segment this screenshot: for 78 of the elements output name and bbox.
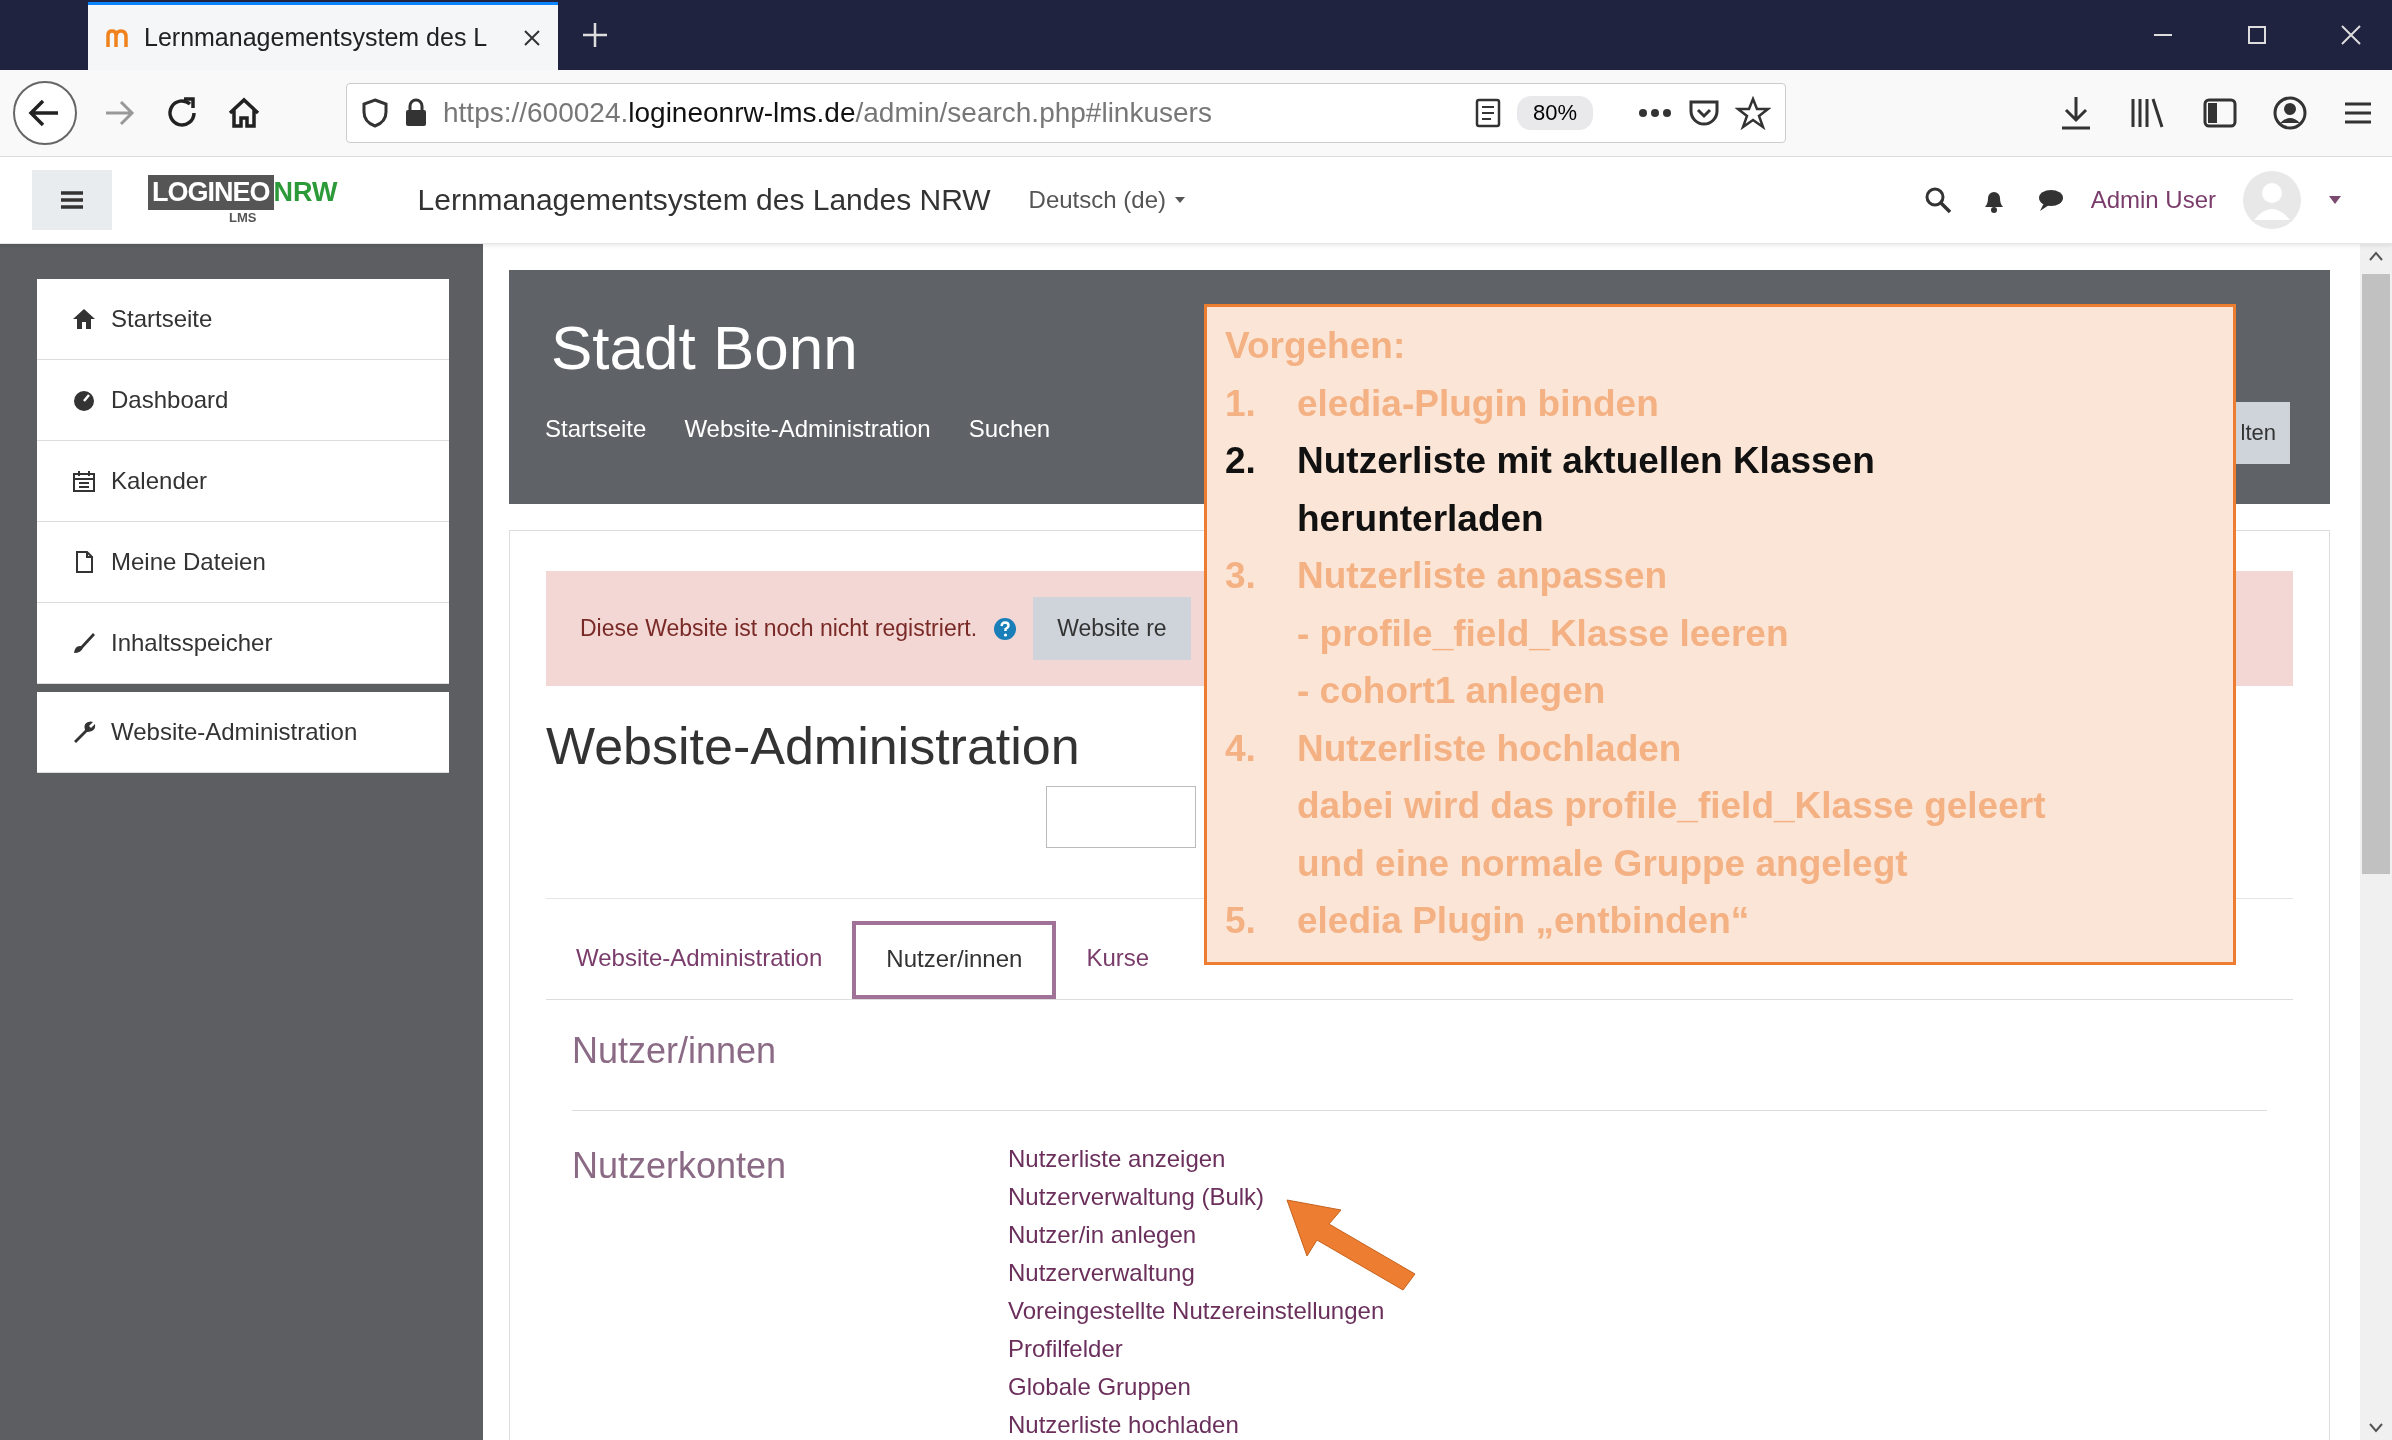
step-text: Nutzerliste hochladen [1297,726,1683,771]
shield-icon [361,97,389,129]
tab[interactable]: Nutzer/innen [852,921,1057,999]
admin-link[interactable]: Nutzerliste hochladen [1008,1411,1239,1439]
maximize-icon[interactable] [2246,24,2268,46]
admin-link[interactable]: Voreingestellte Nutzereinstellungen [1008,1297,1385,1325]
step-text: Nutzerliste anpassen [1297,554,1669,598]
nav-item[interactable]: Kalender [37,441,449,522]
site-name[interactable]: Lernmanagementsystem des Landes NRW [417,183,991,217]
callout-title: Vorgehen: [1225,324,1407,368]
caret-icon[interactable] [2368,250,2384,262]
alert-text: Diese Website ist noch nicht registriert. [580,615,978,642]
calendar-icon [71,469,97,493]
breadcrumb-link[interactable]: Website-Administration [684,415,931,443]
account-icon[interactable] [2272,95,2308,131]
step-text: - cohort1 anlegen [1297,669,1607,713]
lock-icon [403,97,429,129]
register-button[interactable]: Website re [1033,597,1191,660]
step-text: eledia Plugin „entbinden“ [1297,899,1750,943]
section-heading: Website-Administration [546,716,1080,776]
help-icon[interactable] [993,616,1018,641]
scrollbar[interactable] [2360,244,2392,1440]
breadcrumb-link[interactable]: Suchen [968,415,1051,443]
menu-button[interactable] [32,170,112,230]
step-number: 2. [1225,439,1257,483]
address-bar[interactable]: https://600024.logineonrw-lms.de/admin/search.php#linkusers 80% [346,83,1786,143]
logo-subtitle: LMS [229,210,257,225]
caret-icon[interactable] [2368,1422,2384,1434]
menu-icon [59,189,85,211]
caret-icon [1173,196,1186,204]
category-title: Nutzerkonten [572,1145,788,1188]
zoom-badge[interactable]: 80% [1516,96,1593,130]
step-number: 1. [1225,381,1257,426]
nav-item[interactable]: Dashboard [37,360,449,441]
tab[interactable]: Kurse [1056,922,1180,998]
browser-tab[interactable]: Lernmanagementsystem des L [88,2,558,70]
step-text: dabei wird das profile_field_Klasse geleert [1297,784,2046,828]
nav-item[interactable]: Website-Administration [37,692,449,773]
home-icon [71,307,97,331]
dashboard-icon [71,388,97,412]
subsection-title: Nutzer/innen [572,1030,2267,1111]
page-title: Stadt Bonn [551,312,859,383]
nav-item[interactable]: Inhaltsspeicher [37,603,449,684]
nav-item[interactable]: Meine Dateien [37,522,449,603]
edit-button[interactable]: lten [2234,402,2290,464]
admin-link[interactable]: Nutzerverwaltung (Bulk) [1008,1183,1265,1211]
step-text: - profile_field_Klasse leeren [1297,611,1789,656]
close-icon[interactable] [2340,24,2362,46]
step-text: Nutzerliste mit aktuellen Klassen [1297,439,1875,483]
breadcrumb-link[interactable]: Startseite [545,415,647,443]
admin-link[interactable]: Nutzerliste anzeigen [1008,1145,1226,1173]
step-text: eledia-Plugin binden [1297,381,1659,426]
star-icon[interactable] [1735,96,1771,130]
step-text: herunterladen [1297,496,1545,541]
admin-link[interactable]: Nutzer/in anlegen [1008,1221,1197,1249]
nav-item[interactable]: Startseite [37,279,449,360]
logo-text: LOGINEO [148,175,274,210]
caret-icon[interactable] [2328,195,2342,205]
step-number: 4. [1225,726,1257,771]
url-text: https://600024.logineonrw-lms.de/admin/search.php#linkusers [443,97,1213,129]
step-text: und eine normale Gruppe angelegt [1297,841,1909,886]
more-icon[interactable] [1637,107,1673,119]
admin-link[interactable]: Profilfelder [1008,1335,1123,1363]
close-icon[interactable] [522,27,542,48]
search-field[interactable] [1046,786,1196,848]
user-name[interactable]: Admin User [2090,186,2216,214]
admin-link[interactable]: Nutzerverwaltung [1008,1259,1195,1287]
language-menu[interactable]: Deutsch (de) [1028,186,1186,214]
step-number: 5. [1225,899,1257,943]
tab-title: Lernmanagementsystem des L [144,23,489,52]
admin-link[interactable]: Globale Gruppen [1008,1373,1191,1401]
brush-icon [71,631,97,655]
step-number: 3. [1225,554,1257,598]
sidebar-icon[interactable] [2202,96,2238,130]
tab[interactable]: Website-Administration [546,922,853,998]
logo-text: NRW [273,176,338,209]
plus-icon[interactable] [580,20,610,50]
back-icon[interactable] [12,80,78,146]
